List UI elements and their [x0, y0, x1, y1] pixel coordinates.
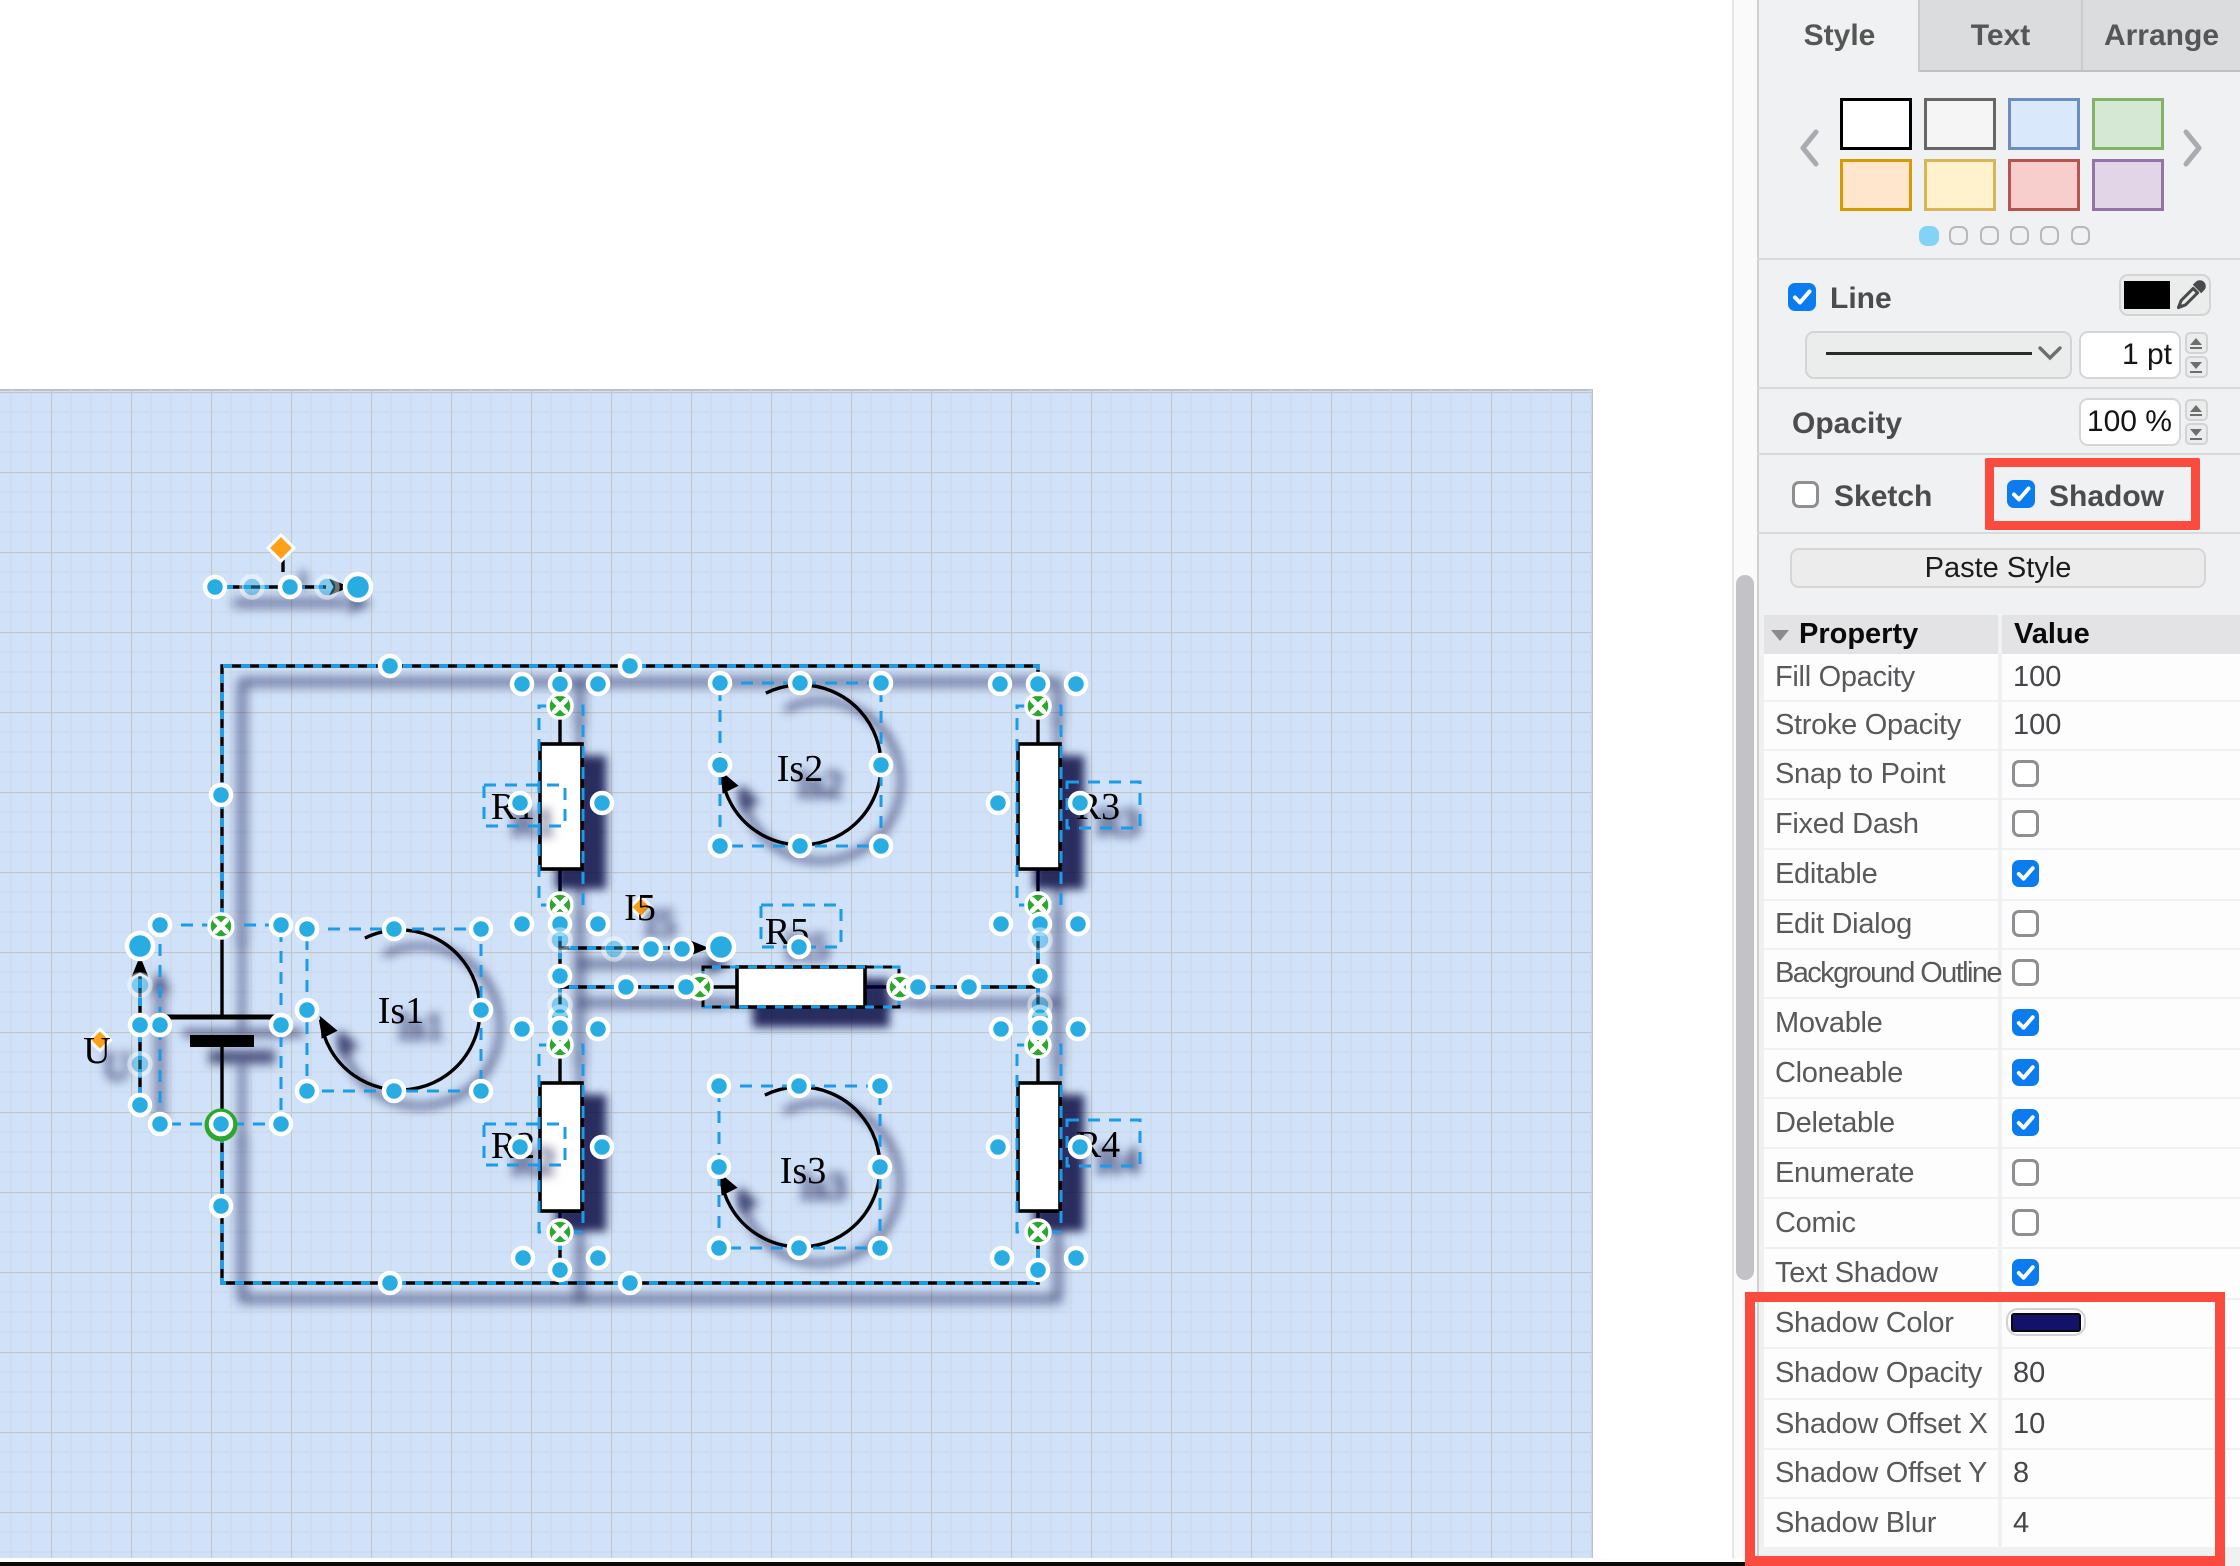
- svg-text:I5: I5: [624, 887, 656, 929]
- svg-text:Is3: Is3: [780, 1150, 826, 1192]
- svg-text:U: U: [83, 1030, 110, 1072]
- svg-text:Is1: Is1: [378, 990, 424, 1032]
- svg-text:Is2: Is2: [777, 748, 823, 790]
